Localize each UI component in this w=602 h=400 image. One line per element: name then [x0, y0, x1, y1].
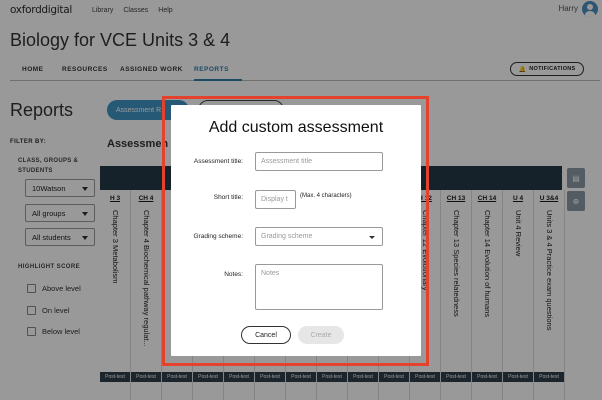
cancel-button[interactable]: Cancel [241, 326, 291, 344]
grading-scheme-select[interactable]: Grading scheme [255, 227, 383, 246]
short-title-label: Short title: [213, 194, 243, 201]
create-button[interactable]: Create [298, 326, 344, 344]
notes-textarea[interactable]: Notes [255, 264, 383, 310]
chevron-down-icon [369, 236, 375, 239]
grading-scheme-placeholder: Grading scheme [261, 233, 313, 240]
short-title-hint: (Max. 4 characters) [300, 193, 352, 199]
assessment-title-input[interactable]: Assessment title [255, 152, 383, 171]
notes-label: Notes: [224, 271, 243, 278]
short-title-input[interactable]: Display t [255, 190, 296, 209]
add-custom-assessment-modal: Add custom assessment Assessment title: … [171, 105, 421, 356]
grading-scheme-label: Grading scheme: [193, 233, 244, 240]
notes-placeholder: Notes [261, 270, 280, 277]
modal-title: Add custom assessment [208, 119, 384, 136]
assessment-title-label: Assessment title: [193, 158, 243, 165]
assessment-title-placeholder: Assessment title [261, 158, 312, 165]
short-title-placeholder: Display t [261, 196, 288, 203]
